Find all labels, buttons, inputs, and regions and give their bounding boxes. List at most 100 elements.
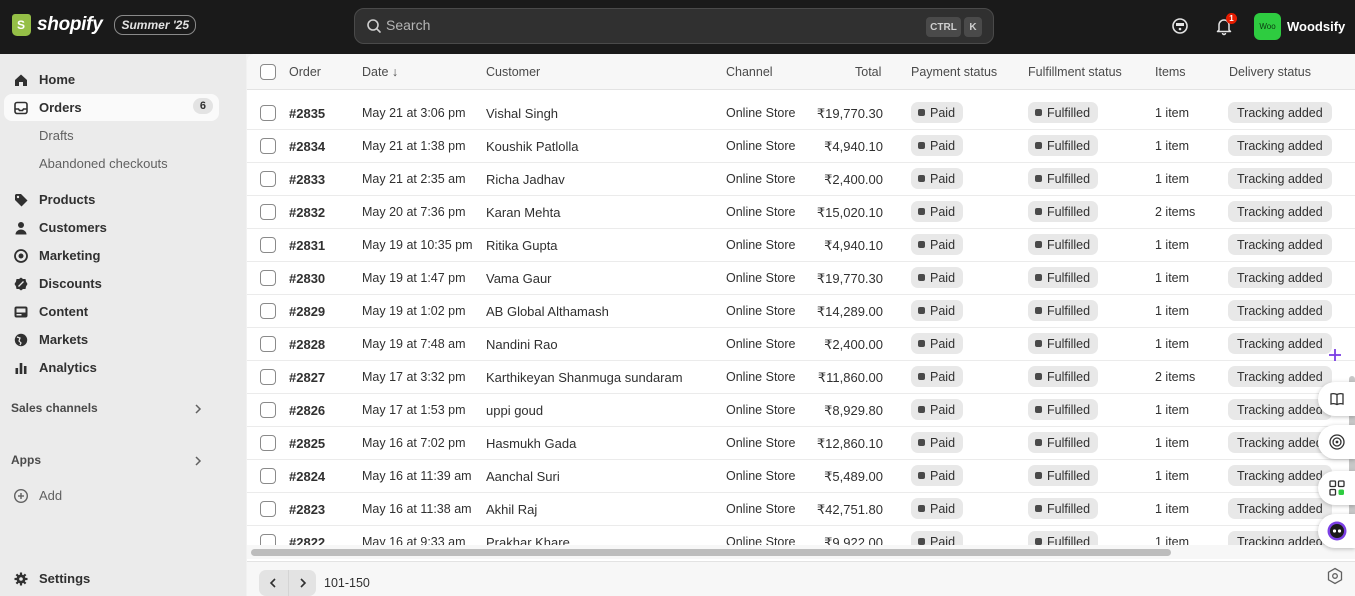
row-checkbox[interactable] xyxy=(260,204,276,220)
apps-widget-button[interactable] xyxy=(1318,471,1355,505)
table-row[interactable]: #2831 May 19 at 10:35 pm Ritika Gupta Onlin… xyxy=(247,229,1355,262)
sidebar-item-settings[interactable]: Settings xyxy=(4,565,219,592)
item-count[interactable]: 1 item xyxy=(1155,403,1189,417)
column-header-date[interactable]: Date ↓ xyxy=(362,65,398,79)
row-checkbox[interactable] xyxy=(260,171,276,187)
row-checkbox[interactable] xyxy=(260,237,276,253)
table-row[interactable]: #2830 May 19 at 1:47 pm Vama Gaur Online St… xyxy=(247,262,1355,295)
item-count[interactable]: 1 item xyxy=(1155,271,1189,285)
table-row[interactable]: #2833 May 21 at 2:35 am Richa Jadhav Online… xyxy=(247,163,1355,196)
row-checkbox[interactable] xyxy=(260,270,276,286)
table-row[interactable]: #2835 May 21 at 3:06 pm Vishal Singh Online… xyxy=(247,97,1355,130)
sidebar-item-discounts[interactable]: Discounts xyxy=(4,270,219,297)
apps-heading[interactable]: Apps xyxy=(11,453,41,467)
season-badge[interactable]: Summer '25 xyxy=(114,15,197,35)
table-row[interactable]: #2824 May 16 at 11:39 am Aanchal Suri Onlin… xyxy=(247,460,1355,493)
row-checkbox[interactable] xyxy=(260,105,276,121)
sidebar-item-orders[interactable]: Orders 6 xyxy=(4,94,219,121)
sidebar-item-markets[interactable]: Markets xyxy=(4,326,219,353)
item-count[interactable]: 1 item xyxy=(1155,106,1189,120)
previous-page-button[interactable] xyxy=(259,570,287,596)
store-avatar[interactable]: Woo xyxy=(1254,13,1281,40)
column-header-channel[interactable]: Channel xyxy=(726,65,773,79)
sales-channels-heading[interactable]: Sales channels xyxy=(11,401,98,415)
sidebar-item-add-app[interactable]: Add xyxy=(4,482,219,509)
sidebar-item-content[interactable]: Content xyxy=(4,298,219,325)
sidebar-item-customers[interactable]: Customers xyxy=(4,214,219,241)
column-header-customer[interactable]: Customer xyxy=(486,65,540,79)
item-count[interactable]: 1 item xyxy=(1155,436,1189,450)
sidebar-item-drafts[interactable]: Drafts xyxy=(4,122,219,149)
item-count[interactable]: 2 items xyxy=(1155,370,1195,384)
item-count[interactable]: 1 item xyxy=(1155,337,1189,351)
sidekick-button[interactable] xyxy=(1318,514,1355,548)
store-name[interactable]: Woodsify xyxy=(1287,19,1345,34)
plus-icon[interactable] xyxy=(1327,347,1343,363)
order-number[interactable]: #2827 xyxy=(289,370,325,385)
order-number[interactable]: #2829 xyxy=(289,304,325,319)
item-count[interactable]: 2 items xyxy=(1155,205,1195,219)
delivery-status-badge: Tracking added xyxy=(1228,201,1332,222)
search-input[interactable] xyxy=(386,17,886,33)
column-header-payment-status[interactable]: Payment status xyxy=(911,65,997,79)
order-total: ₹2,400.00 xyxy=(824,172,883,187)
order-number[interactable]: #2826 xyxy=(289,403,325,418)
item-count[interactable]: 1 item xyxy=(1155,502,1189,516)
select-all-checkbox[interactable] xyxy=(260,64,276,80)
table-row[interactable]: #2834 May 21 at 1:38 pm Koushik Patlolla On… xyxy=(247,130,1355,163)
order-number[interactable]: #2835 xyxy=(289,106,325,121)
horizontal-scrollbar[interactable] xyxy=(251,549,1171,556)
order-number[interactable]: #2823 xyxy=(289,502,325,517)
order-number[interactable]: #2828 xyxy=(289,337,325,352)
item-count[interactable]: 1 item xyxy=(1155,304,1189,318)
shopify-logo[interactable]: shopify Summer '25 xyxy=(12,14,197,36)
order-number[interactable]: #2824 xyxy=(289,469,325,484)
table-row[interactable]: #2823 May 16 at 11:38 am Akhil Raj Online S… xyxy=(247,493,1355,526)
order-number[interactable]: #2831 xyxy=(289,238,325,253)
sidebar-item-products[interactable]: Products xyxy=(4,186,219,213)
sidebar-item-abandoned-checkouts[interactable]: Abandoned checkouts xyxy=(4,150,219,177)
order-number[interactable]: #2834 xyxy=(289,139,325,154)
item-count[interactable]: 1 item xyxy=(1155,238,1189,252)
order-number[interactable]: #2833 xyxy=(289,172,325,187)
table-row[interactable]: #2832 May 20 at 7:36 pm Karan Mehta Online … xyxy=(247,196,1355,229)
item-count[interactable]: 1 item xyxy=(1155,172,1189,186)
column-header-items[interactable]: Items xyxy=(1155,65,1186,79)
row-checkbox[interactable] xyxy=(260,369,276,385)
guide-button[interactable] xyxy=(1318,382,1355,416)
broadcast-button[interactable] xyxy=(1318,425,1355,459)
item-count[interactable]: 1 item xyxy=(1155,139,1189,153)
sidebar-item-home[interactable]: Home xyxy=(4,66,219,93)
hexagon-settings-icon[interactable] xyxy=(1326,567,1344,585)
table-row[interactable]: #2826 May 17 at 1:53 pm uppi goud Online St… xyxy=(247,394,1355,427)
order-date: May 19 at 1:47 pm xyxy=(362,271,466,285)
table-row[interactable]: #2828 May 19 at 7:48 am Nandini Rao Online … xyxy=(247,328,1355,361)
row-checkbox[interactable] xyxy=(260,402,276,418)
column-header-delivery-status[interactable]: Delivery status xyxy=(1229,65,1311,79)
row-checkbox[interactable] xyxy=(260,138,276,154)
row-checkbox[interactable] xyxy=(260,336,276,352)
table-row[interactable]: #2829 May 19 at 1:02 pm AB Global Althamas… xyxy=(247,295,1355,328)
chevron-right-icon[interactable] xyxy=(193,456,203,466)
order-number[interactable]: #2830 xyxy=(289,271,325,286)
column-header-fulfillment-status[interactable]: Fulfillment status xyxy=(1028,65,1122,79)
row-checkbox[interactable] xyxy=(260,435,276,451)
row-checkbox[interactable] xyxy=(260,501,276,517)
order-number[interactable]: #2825 xyxy=(289,436,325,451)
table-row[interactable]: #2825 May 16 at 7:02 pm Hasmukh Gada Online… xyxy=(247,427,1355,460)
row-checkbox[interactable] xyxy=(260,468,276,484)
table-row[interactable]: #2827 May 17 at 3:32 pm Karthikeyan Shanmu… xyxy=(247,361,1355,394)
status-dot-icon xyxy=(918,142,925,149)
store-icon[interactable] xyxy=(1170,16,1190,36)
chevron-right-icon[interactable] xyxy=(193,404,203,414)
column-header-order[interactable]: Order xyxy=(289,65,321,79)
sidebar-item-analytics[interactable]: Analytics xyxy=(4,354,219,381)
order-number[interactable]: #2832 xyxy=(289,205,325,220)
row-checkbox[interactable] xyxy=(260,303,276,319)
sidebar-item-marketing[interactable]: Marketing xyxy=(4,242,219,269)
sales-channel: Online Store xyxy=(726,106,796,120)
search-bar[interactable]: CTRL K xyxy=(354,8,994,44)
next-page-button[interactable] xyxy=(288,570,316,596)
item-count[interactable]: 1 item xyxy=(1155,469,1189,483)
column-header-total[interactable]: Total xyxy=(855,65,881,79)
